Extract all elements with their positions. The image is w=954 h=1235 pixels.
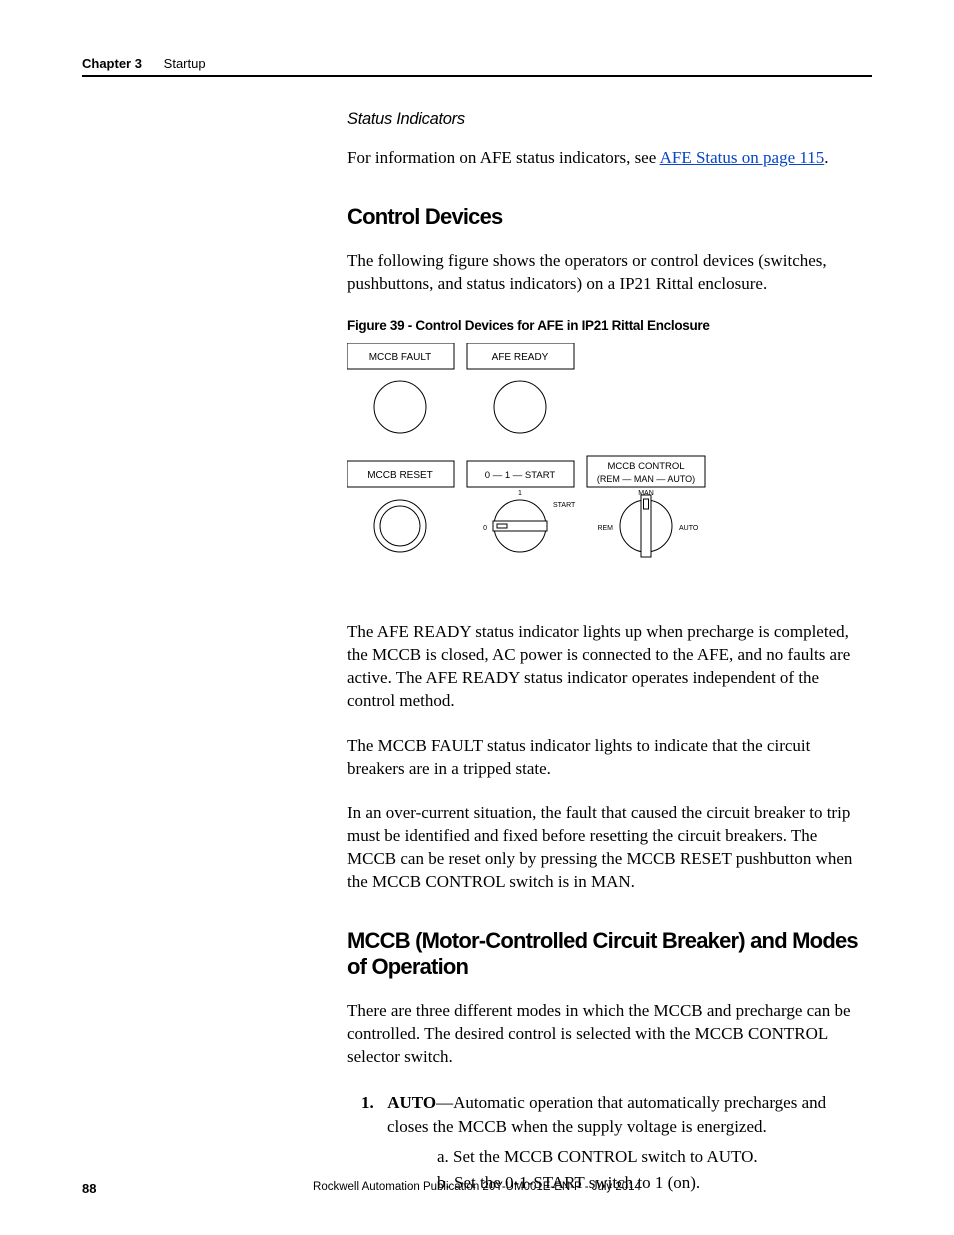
indicator-mccb-fault	[374, 381, 426, 433]
figure-caption: Figure 39 - Control Devices for AFE in I…	[347, 318, 869, 333]
switch-pointer	[493, 521, 547, 531]
para-mccb-intro: There are three different modes in which…	[347, 1000, 869, 1069]
publication-id: Rockwell Automation Publication 20Y-UM00…	[313, 1181, 641, 1193]
label-start: START	[553, 502, 576, 509]
label-0-1-start: 0 — 1 — START	[485, 470, 556, 481]
subheading-status-indicators: Status Indicators	[347, 110, 869, 129]
list-number: 1.	[361, 1091, 383, 1115]
figure-39: MCCB FAULT AFE READY MCCB RESET 0 — 1 — …	[347, 343, 869, 593]
label-0: 0	[483, 525, 487, 532]
page-header: Chapter 3 Startup	[82, 56, 872, 77]
control-devices-diagram: MCCB FAULT AFE READY MCCB RESET 0 — 1 — …	[347, 343, 707, 588]
link-afe-status[interactable]: AFE Status on page 115	[660, 148, 825, 167]
content-area: Status Indicators For information on AFE…	[347, 110, 869, 1199]
chapter-title	[146, 56, 164, 71]
label-afe-ready: AFE READY	[492, 352, 549, 363]
list-text: —Automatic operation that automatically …	[387, 1093, 826, 1136]
button-mccb-reset-outer	[374, 500, 426, 552]
para-status-info: For information on AFE status indicators…	[347, 147, 869, 170]
para-control-intro: The following figure shows the operators…	[347, 250, 869, 296]
page-footer: 88 Rockwell Automation Publication 20Y-U…	[82, 1181, 872, 1193]
label-rem: REM	[597, 525, 613, 532]
para-afe-ready: The AFE READY status indicator lights up…	[347, 621, 869, 713]
heading-mccb-modes: MCCB (Motor-Controlled Circuit Breaker) …	[347, 928, 869, 980]
text: For information on AFE status indicators…	[347, 148, 660, 167]
label-mccb-fault: MCCB FAULT	[369, 352, 432, 363]
text: .	[824, 148, 828, 167]
chapter-label: Chapter 3	[82, 56, 142, 71]
list-item-1: 1. AUTO—Automatic operation that automat…	[387, 1091, 869, 1139]
chapter-title-text: Startup	[164, 56, 206, 71]
para-mccb-fault: The MCCB FAULT status indicator lights t…	[347, 735, 869, 781]
para-overcurrent: In an over-current situation, the fault …	[347, 802, 869, 894]
heading-control-devices: Control Devices	[347, 204, 869, 230]
label-mccb-control-modes: (REM — MAN — AUTO)	[597, 474, 695, 484]
label-man: MAN	[638, 490, 654, 497]
page-number: 88	[82, 1181, 96, 1196]
ordered-list: 1. AUTO—Automatic operation that automat…	[347, 1091, 869, 1193]
indicator-afe-ready	[494, 381, 546, 433]
list-term-auto: AUTO	[387, 1093, 436, 1112]
label-mccb-reset: MCCB RESET	[367, 470, 433, 481]
label-mccb-control: MCCB CONTROL	[607, 461, 684, 472]
button-mccb-reset-inner	[380, 506, 420, 546]
switch-mccb-pointer	[641, 495, 651, 557]
label-auto: AUTO	[679, 525, 699, 532]
sublist-a: a. Set the MCCB CONTROL switch to AUTO.	[437, 1147, 869, 1167]
label-1: 1	[518, 490, 522, 497]
